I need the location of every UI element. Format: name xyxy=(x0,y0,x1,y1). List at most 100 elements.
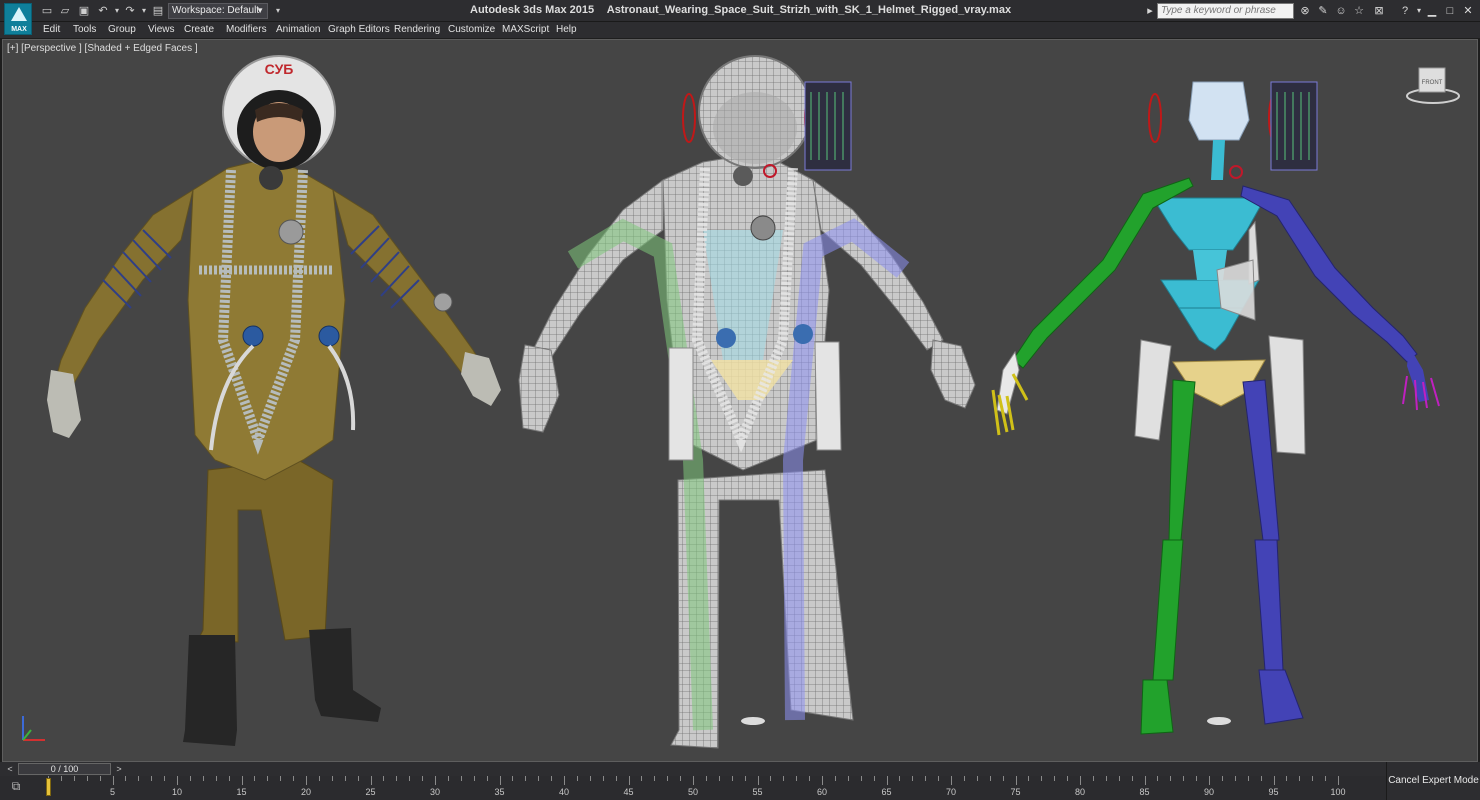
current-frame-marker[interactable] xyxy=(46,778,51,796)
search-expand-icon[interactable]: ▸ xyxy=(1143,4,1157,18)
frame-tick xyxy=(551,776,553,781)
user-icon[interactable]: ☺ xyxy=(1334,4,1348,18)
frame-tick xyxy=(331,776,333,781)
frame-tick xyxy=(1028,776,1030,781)
astronaut-textured-model[interactable]: СУБ xyxy=(47,55,501,746)
viewcube[interactable]: FRONT xyxy=(1405,66,1461,106)
frame-tick xyxy=(1221,776,1223,781)
frame-tick xyxy=(447,776,449,781)
frame-tick xyxy=(602,776,604,781)
frame-tick xyxy=(899,776,901,781)
undo-dropdown-icon[interactable]: ▾ xyxy=(110,4,124,18)
track-bar[interactable]: ⧉ 5 10 15 20 25 30 35 40 45 50 55 60 65 70 75 80 85 90 95 1… xyxy=(0,776,1386,800)
open-file-icon[interactable]: ▱ xyxy=(58,4,72,18)
frame-tick xyxy=(1196,776,1198,781)
frame-tick xyxy=(757,776,759,785)
frame-tick xyxy=(357,776,359,781)
toolbar-options-icon[interactable]: ▾ xyxy=(271,4,285,18)
frame-tick xyxy=(344,776,346,781)
save-file-icon[interactable]: ▣ xyxy=(77,4,91,18)
frame-tick xyxy=(576,776,578,781)
time-slider[interactable]: < 0 / 100 > xyxy=(0,762,1386,776)
frame-tick xyxy=(1105,776,1107,781)
next-frame-icon[interactable]: > xyxy=(113,763,125,775)
menu-graph-editors[interactable]: Graph Editors xyxy=(328,24,390,35)
file-name: Astronaut_Wearing_Space_Suit_Strizh_with… xyxy=(606,4,1012,16)
frame-tick xyxy=(241,776,243,785)
frame-tick xyxy=(1338,776,1339,785)
frame-tick xyxy=(1325,776,1327,781)
frame-tick xyxy=(267,776,269,781)
astronaut-wireframe-model[interactable] xyxy=(518,55,976,749)
frame-tick xyxy=(280,776,282,781)
viewport-label[interactable]: [+] [Perspective ] [Shaded + Edged Faces… xyxy=(7,43,198,54)
frame-tick xyxy=(667,776,669,781)
project-folder-icon[interactable]: ▤ xyxy=(151,4,165,18)
cancel-expert-mode-button[interactable]: Cancel Expert Mode xyxy=(1386,762,1480,800)
close-search-icon[interactable]: ⊠ xyxy=(1372,4,1386,18)
help-icon[interactable]: ? xyxy=(1398,4,1412,18)
menu-views[interactable]: Views xyxy=(148,24,175,35)
menu-create[interactable]: Create xyxy=(184,24,214,35)
frame-tick xyxy=(912,776,914,781)
redo-dropdown-icon[interactable]: ▾ xyxy=(137,4,151,18)
minimize-button[interactable]: ▁ xyxy=(1424,3,1440,19)
undo-icon[interactable]: ↶ xyxy=(96,4,110,18)
favorites-star-icon[interactable]: ☆ xyxy=(1352,4,1366,18)
maximize-button[interactable]: □ xyxy=(1442,3,1458,19)
menu-customize[interactable]: Customize xyxy=(448,24,495,35)
redo-icon[interactable]: ↷ xyxy=(123,4,137,18)
frame-tick xyxy=(628,776,630,785)
helmet-lettering: СУБ xyxy=(265,61,294,77)
frame-tick-label: 15 xyxy=(236,787,247,797)
frame-tick xyxy=(112,776,114,785)
frame-tick xyxy=(809,776,811,781)
frame-tick xyxy=(1286,776,1288,781)
frame-tick xyxy=(460,776,462,781)
workspace-select[interactable]: Workspace: Default ▼ xyxy=(168,3,268,19)
frame-tick-label: 85 xyxy=(1139,787,1150,797)
time-slider-thumb[interactable]: 0 / 100 xyxy=(18,763,111,775)
tools-icon[interactable]: ✎ xyxy=(1316,4,1330,18)
frame-tick-label: 45 xyxy=(623,787,634,797)
frame-tick xyxy=(422,776,424,781)
frame-tick xyxy=(473,776,475,781)
frame-tick xyxy=(744,776,746,781)
max-logo-icon xyxy=(11,7,27,21)
astronaut-bone-rig[interactable] xyxy=(991,81,1440,735)
binoculars-icon[interactable]: ⊗ xyxy=(1298,4,1312,18)
frame-tick xyxy=(1247,776,1249,781)
frame-tick xyxy=(1312,776,1314,781)
app-menu-button[interactable]: MAX xyxy=(4,3,32,35)
menu-tools[interactable]: Tools xyxy=(73,24,96,35)
search-input[interactable]: Type a keyword or phrase xyxy=(1157,3,1294,19)
frame-tick xyxy=(1299,776,1301,781)
frame-tick xyxy=(951,776,952,785)
menu-help[interactable]: Help xyxy=(556,24,577,35)
menu-rendering[interactable]: Rendering xyxy=(394,24,440,35)
frame-tick-label: 25 xyxy=(365,787,376,797)
menu-group[interactable]: Group xyxy=(108,24,136,35)
close-button[interactable]: ✕ xyxy=(1460,3,1476,19)
new-file-icon[interactable]: ▭ xyxy=(40,4,54,18)
frame-tick xyxy=(847,776,849,781)
menu-maxscript[interactable]: MAXScript xyxy=(502,24,549,35)
prev-frame-icon[interactable]: < xyxy=(4,763,16,775)
perspective-viewport[interactable]: СУБ [+] [Perspective] [Shaded + Edged F… xyxy=(2,39,1478,762)
frame-tick-label: 95 xyxy=(1268,787,1279,797)
menu-animation[interactable]: Animation xyxy=(276,24,320,35)
curve-editor-icon[interactable]: ⧉ xyxy=(6,779,26,795)
frame-tick xyxy=(538,776,540,781)
frame-tick-label: 70 xyxy=(945,787,957,797)
frame-tick xyxy=(654,776,656,781)
frame-tick xyxy=(822,776,823,785)
frame-tick xyxy=(693,776,694,785)
menu-edit[interactable]: Edit xyxy=(43,24,60,35)
menu-modifiers[interactable]: Modifiers xyxy=(226,24,267,35)
frame-tick xyxy=(306,776,307,785)
frame-ruler[interactable]: 5 10 15 20 25 30 35 40 45 50 55 60 65 70 75 80 85 90 95 100 xyxy=(46,776,1386,800)
frame-tick-label: 5 xyxy=(109,787,116,797)
window-title: Autodesk 3ds Max 2015 Astronaut_Wearing_… xyxy=(470,4,1011,16)
frame-tick xyxy=(215,776,217,781)
frame-tick xyxy=(86,776,88,781)
